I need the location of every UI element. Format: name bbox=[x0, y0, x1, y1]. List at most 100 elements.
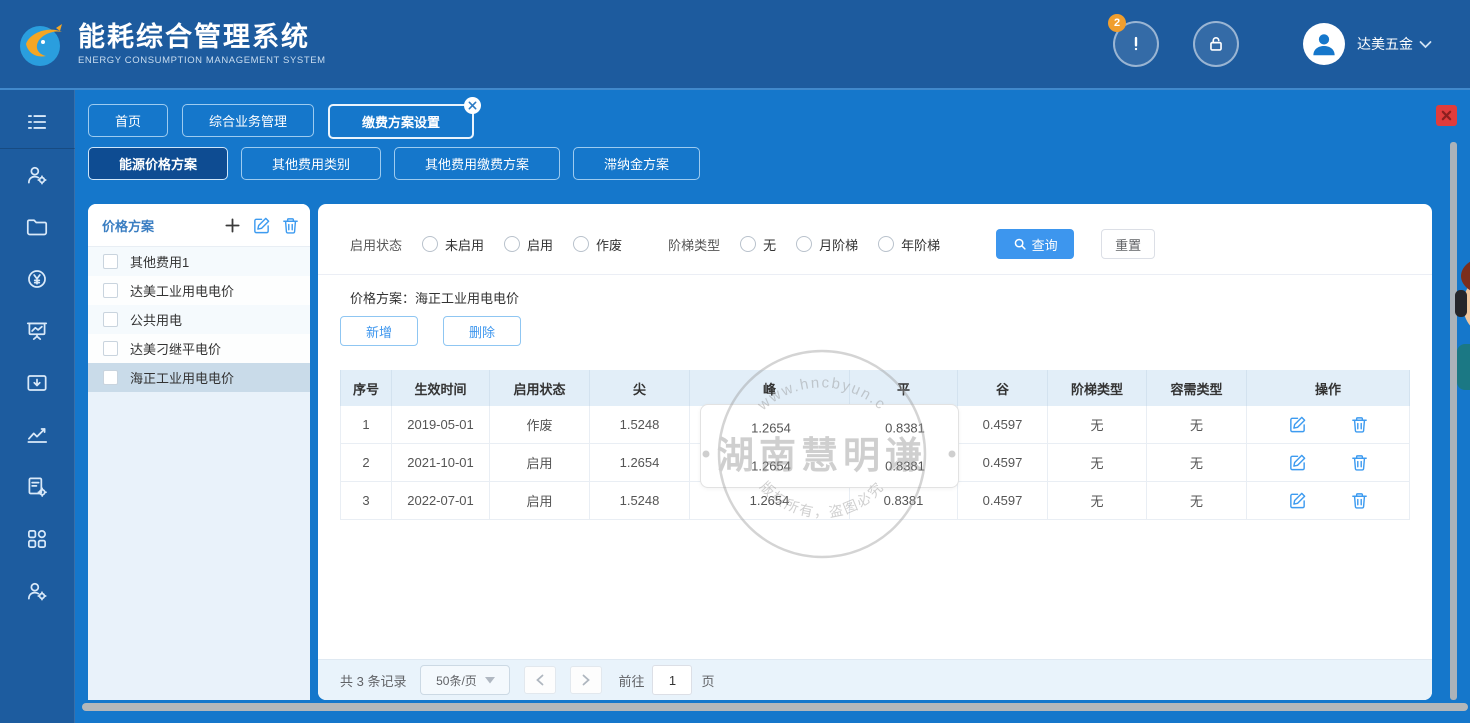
page-size-select[interactable]: 50条/页 bbox=[420, 665, 510, 695]
caret-down-icon bbox=[485, 677, 495, 684]
page-unit-label: 页 bbox=[701, 671, 714, 690]
presentation-chart-icon[interactable] bbox=[0, 305, 75, 357]
row-edit-button[interactable] bbox=[1287, 491, 1307, 511]
reset-button[interactable]: 重置 bbox=[1101, 229, 1155, 259]
horizontal-scrollbar[interactable] bbox=[82, 703, 1468, 711]
overlay-value: 0.8381 bbox=[885, 459, 925, 474]
cell: 启用 bbox=[490, 444, 590, 482]
subtab-other-fee-type[interactable]: 其他费用类别 bbox=[241, 147, 381, 180]
chevron-right-icon bbox=[582, 674, 590, 686]
edit-icon bbox=[1288, 453, 1307, 472]
list-item-label: 达美工业用电电价 bbox=[130, 281, 234, 300]
row-delete-button[interactable] bbox=[1349, 491, 1369, 511]
cell: 1.5248 bbox=[590, 406, 690, 444]
tab-close-button[interactable] bbox=[464, 97, 481, 114]
line-chart-icon[interactable] bbox=[0, 409, 75, 461]
current-plan-line: 价格方案：海正工业用电电价 bbox=[350, 288, 519, 307]
row-edit-button[interactable] bbox=[1287, 453, 1307, 473]
subtab-late-fee[interactable]: 滞纳金方案 bbox=[573, 147, 700, 180]
radio-icon bbox=[878, 236, 894, 252]
delete-button[interactable]: 删除 bbox=[443, 316, 521, 346]
username[interactable]: 达美五金 bbox=[1357, 34, 1413, 54]
app-titles: 能耗综合管理系统 ENERGY CONSUMPTION MANAGEMENT S… bbox=[78, 22, 326, 66]
current-plan-label: 价格方案： bbox=[350, 291, 415, 306]
watermark-card-overlay: 1.2654 0.8381 1.2654 0.8381 bbox=[700, 404, 959, 488]
cell: 0.4597 bbox=[958, 406, 1048, 444]
grid-icon[interactable] bbox=[0, 513, 75, 565]
currency-exchange-icon[interactable] bbox=[0, 253, 75, 305]
list-item[interactable]: 其他费用1 bbox=[88, 247, 310, 276]
cell: 2 bbox=[340, 444, 392, 482]
next-page-button[interactable] bbox=[570, 666, 602, 694]
radio-status-voided[interactable]: 作废 bbox=[573, 235, 622, 254]
subtab-energy-price[interactable]: 能源价格方案 bbox=[88, 147, 228, 180]
page-number-input[interactable] bbox=[652, 665, 692, 695]
checkbox[interactable] bbox=[103, 312, 118, 327]
chevron-down-icon[interactable] bbox=[1419, 40, 1432, 49]
delete-plan-button[interactable] bbox=[280, 215, 300, 235]
lock-button[interactable] bbox=[1193, 21, 1239, 67]
radio-status-enabled[interactable]: 启用 bbox=[504, 235, 553, 254]
list-item-label: 公共用电 bbox=[130, 310, 182, 329]
trash-icon bbox=[1350, 453, 1369, 472]
logo-icon bbox=[16, 18, 68, 70]
search-icon bbox=[1013, 237, 1027, 251]
prev-page-button[interactable] bbox=[524, 666, 556, 694]
user-avatar[interactable] bbox=[1303, 23, 1345, 65]
checkbox[interactable] bbox=[103, 283, 118, 298]
list-item-selected[interactable]: 海正工业用电电价 bbox=[88, 363, 310, 392]
panel-close-button[interactable] bbox=[1436, 105, 1457, 126]
list-item[interactable]: 公共用电 bbox=[88, 305, 310, 334]
subtab-other-fee-payment[interactable]: 其他费用缴费方案 bbox=[394, 147, 560, 180]
tab-home[interactable]: 首页 bbox=[88, 104, 168, 137]
row-edit-button[interactable] bbox=[1287, 415, 1307, 435]
radio-label: 年阶梯 bbox=[901, 235, 940, 254]
cell: 2022-07-01 bbox=[392, 482, 490, 520]
search-button[interactable]: 查询 bbox=[996, 229, 1074, 259]
menu-list-icon[interactable] bbox=[0, 96, 75, 149]
row-delete-button[interactable] bbox=[1349, 453, 1369, 473]
row-actions bbox=[1247, 406, 1410, 444]
trash-icon bbox=[1350, 415, 1369, 434]
folder-icon[interactable] bbox=[0, 201, 75, 253]
radio-status-disabled[interactable]: 未启用 bbox=[422, 235, 484, 254]
checkbox[interactable] bbox=[103, 370, 118, 385]
close-icon bbox=[1441, 110, 1452, 121]
document-gear-icon[interactable] bbox=[0, 461, 75, 513]
vertical-scrollbar[interactable] bbox=[1450, 142, 1457, 700]
cell: 0.4597 bbox=[958, 482, 1048, 520]
app-header: 能耗综合管理系统 ENERGY CONSUMPTION MANAGEMENT S… bbox=[0, 0, 1470, 90]
plus-icon bbox=[224, 217, 241, 234]
notification-button[interactable]: 2 bbox=[1113, 21, 1159, 67]
cell: 1 bbox=[340, 406, 392, 444]
radio-ladder-month[interactable]: 月阶梯 bbox=[796, 235, 858, 254]
table-header: 序号 生效时间 启用状态 尖 峰 平 谷 阶梯类型 容需类型 操作 bbox=[340, 370, 1410, 406]
trash-icon bbox=[281, 216, 300, 235]
radio-icon bbox=[422, 236, 438, 252]
add-plan-button[interactable] bbox=[222, 215, 242, 235]
search-button-label: 查询 bbox=[1032, 235, 1058, 254]
tab-business[interactable]: 综合业务管理 bbox=[182, 104, 314, 137]
folder-download-icon[interactable] bbox=[0, 357, 75, 409]
row-actions bbox=[1247, 482, 1410, 520]
list-item[interactable]: 达美工业用电电价 bbox=[88, 276, 310, 305]
radio-ladder-year[interactable]: 年阶梯 bbox=[878, 235, 940, 254]
lock-icon bbox=[1205, 33, 1227, 55]
user-gear-icon[interactable] bbox=[0, 565, 75, 617]
radio-ladder-none[interactable]: 无 bbox=[740, 235, 776, 254]
radio-icon bbox=[796, 236, 812, 252]
header-actions: 2 达美五金 bbox=[1113, 0, 1432, 88]
cell: 作废 bbox=[490, 406, 590, 444]
checkbox[interactable] bbox=[103, 254, 118, 269]
add-button[interactable]: 新增 bbox=[340, 316, 418, 346]
list-item[interactable]: 达美刁继平电价 bbox=[88, 334, 310, 363]
edit-plan-button[interactable] bbox=[251, 215, 271, 235]
row-delete-button[interactable] bbox=[1349, 415, 1369, 435]
checkbox[interactable] bbox=[103, 341, 118, 356]
chevron-left-icon bbox=[536, 674, 544, 686]
radio-label: 未启用 bbox=[445, 235, 484, 254]
tab-payment-settings[interactable]: 缴费方案设置 bbox=[328, 104, 474, 139]
table-toolbar: 新增 删除 bbox=[340, 316, 521, 346]
cell: 1.5248 bbox=[590, 482, 690, 520]
user-gear-icon[interactable] bbox=[0, 149, 75, 201]
